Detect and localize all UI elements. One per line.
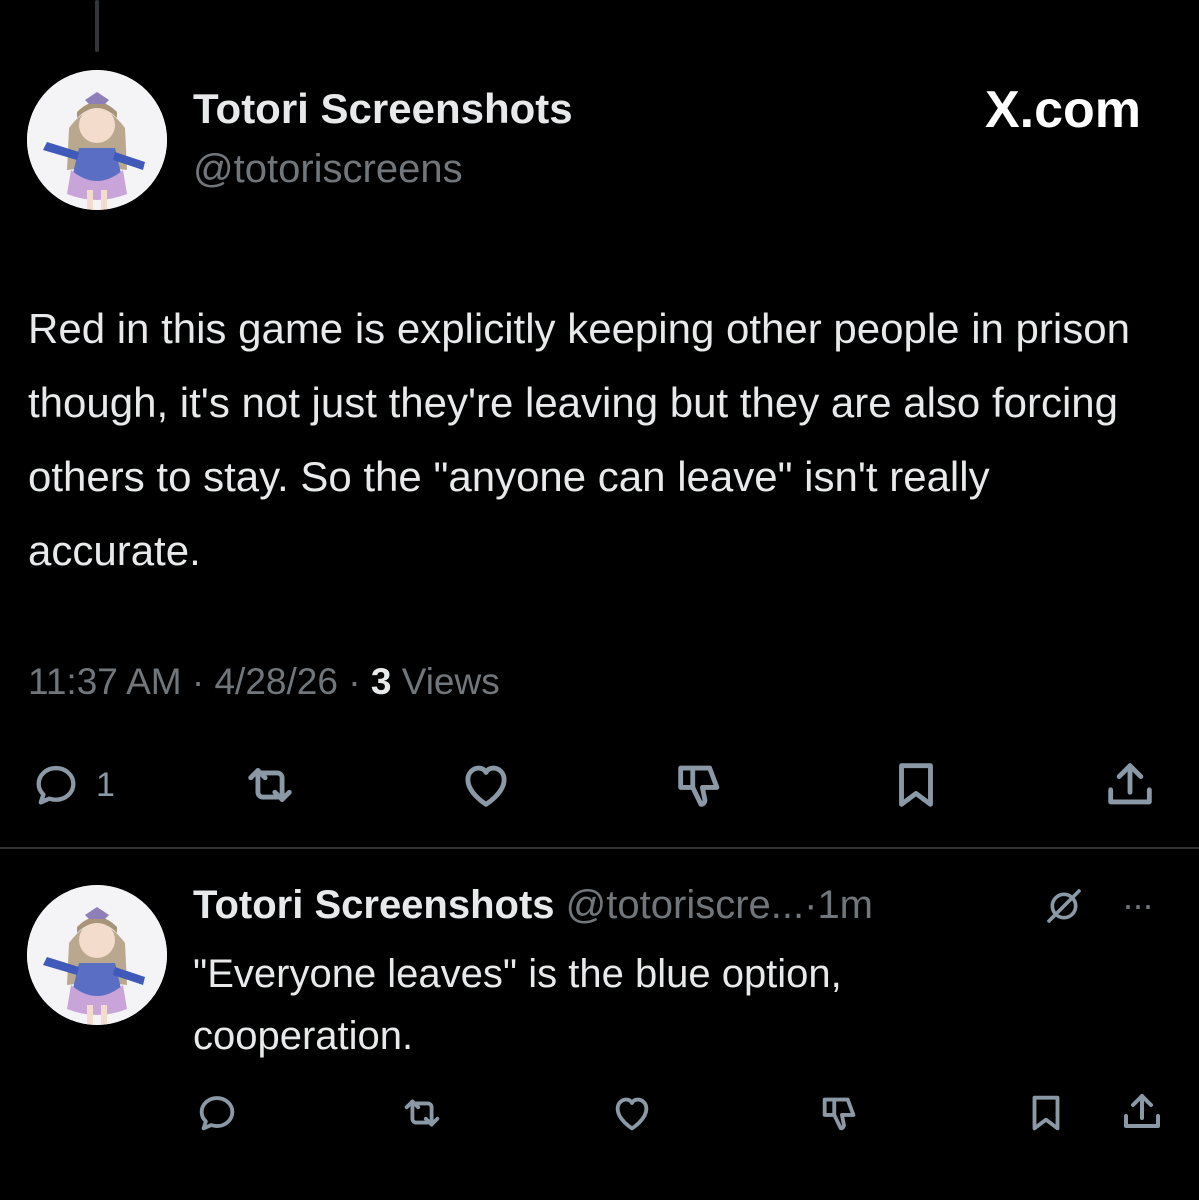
reply-separator: · xyxy=(804,883,818,927)
reply-avatar[interactable] xyxy=(27,885,167,1025)
site-label: X.com xyxy=(984,81,1141,139)
reply-author-handle[interactable]: @totoriscre... xyxy=(566,883,804,927)
views-count: 3 xyxy=(370,661,392,702)
grok-icon[interactable] xyxy=(1044,886,1084,926)
post-divider xyxy=(0,847,1199,849)
avatar[interactable] xyxy=(27,70,167,210)
author-handle[interactable]: @totoriscreens xyxy=(193,144,463,194)
reply-icon xyxy=(30,759,82,811)
reply-button[interactable]: 1 xyxy=(30,758,115,812)
reply-time[interactable]: 1m xyxy=(817,883,873,927)
meta-separator: · xyxy=(348,661,361,702)
reply-header: Totori Screenshots @totoriscre...·1m xyxy=(193,880,873,930)
avatar-image xyxy=(27,70,167,210)
reply-count: 1 xyxy=(96,765,115,804)
like-icon[interactable] xyxy=(456,756,516,814)
reply-icon[interactable] xyxy=(194,1090,240,1136)
share-icon[interactable] xyxy=(1118,1088,1166,1136)
reply-author-name[interactable]: Totori Screenshots xyxy=(193,883,555,927)
author-name[interactable]: Totori Screenshots xyxy=(193,84,573,134)
repost-icon[interactable] xyxy=(240,756,300,814)
post-text: Red in this game is explicitly keeping o… xyxy=(28,305,1130,574)
post-date[interactable]: 4/28/26 xyxy=(214,661,337,702)
repost-icon[interactable] xyxy=(398,1090,446,1136)
post-meta: 11:37 AM · 4/28/26 · 3 Views xyxy=(28,657,500,707)
reply-text: "Everyone leaves" is the blue option, co… xyxy=(193,952,842,1058)
meta-separator: · xyxy=(191,661,205,702)
post-time[interactable]: 11:37 AM xyxy=(28,661,182,702)
avatar-image xyxy=(27,885,167,1025)
share-icon[interactable] xyxy=(1100,756,1160,814)
views-label: Views xyxy=(401,661,500,702)
bookmark-icon[interactable] xyxy=(886,756,946,814)
bookmark-icon[interactable] xyxy=(1022,1090,1070,1136)
downvote-icon[interactable] xyxy=(670,756,730,814)
more-icon[interactable]: ··· xyxy=(1122,880,1154,930)
downvote-icon[interactable] xyxy=(816,1090,864,1136)
thread-line xyxy=(95,0,99,52)
like-icon[interactable] xyxy=(608,1090,656,1136)
